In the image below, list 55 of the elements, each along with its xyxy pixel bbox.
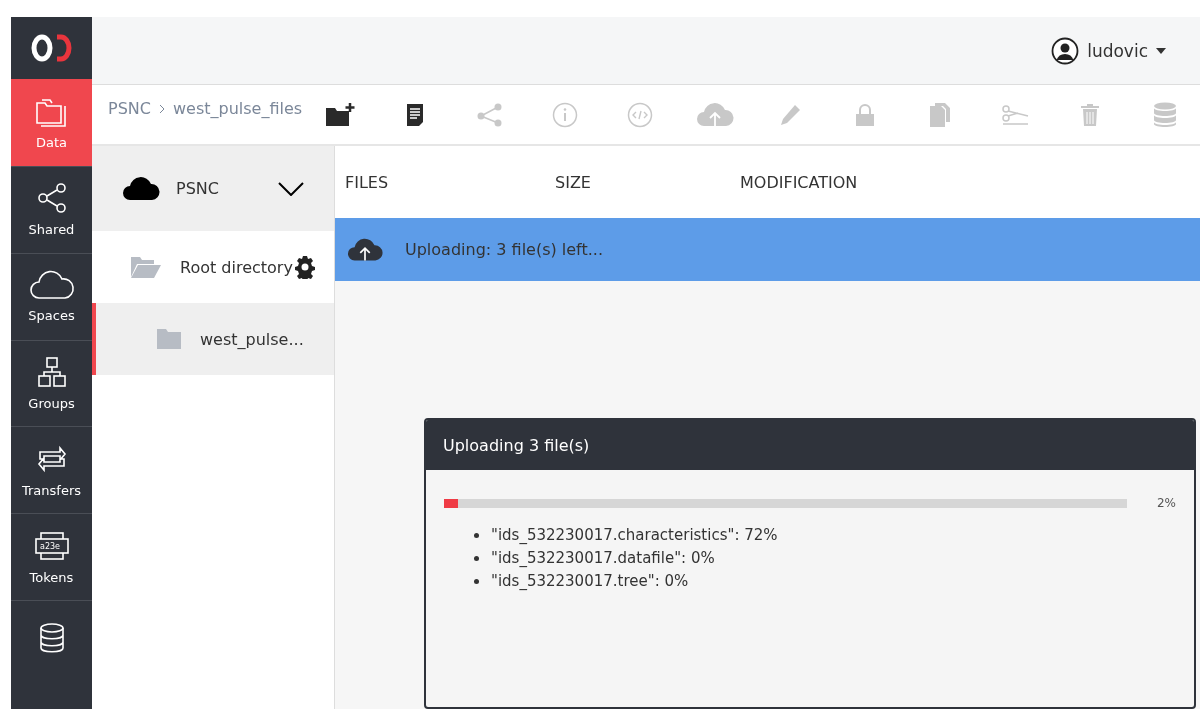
chevron-icon[interactable]	[278, 181, 304, 196]
nav-label: Groups	[28, 396, 75, 412]
nav-label: Data	[35, 134, 67, 150]
breadcrumb-link[interactable]: PSNC	[108, 99, 151, 118]
code-icon	[626, 101, 653, 128]
copy-icon	[928, 101, 951, 128]
share-icon	[35, 182, 68, 215]
column-header: MODIFICATION	[740, 172, 858, 192]
info-icon	[551, 101, 578, 128]
nav-label: Transfers	[21, 482, 81, 498]
upload-file-item: "ids_532230017.tree": 0%	[491, 571, 689, 592]
sidebar-item[interactable]: a23e Tokens	[11, 513, 92, 601]
upload-file-item: "ids_532230017.characteristics": 72%	[491, 525, 778, 546]
logo-icon[interactable]	[30, 33, 73, 64]
database-icon[interactable]	[37, 623, 66, 654]
user-name: ludovic	[1087, 40, 1148, 61]
nav-label: Spaces	[28, 308, 75, 324]
breadcrumb-link[interactable]: west_pulse_files	[172, 99, 303, 118]
dialog-title: Uploading 3 file(s)	[426, 420, 1194, 470]
user-avatar-icon	[1051, 36, 1080, 65]
cloud-upload-icon	[695, 102, 734, 127]
sidebar-item[interactable]: Data	[11, 79, 92, 166]
database-icon	[1152, 101, 1177, 128]
upload-file-item: "ids_532230017.datafile": 0%	[491, 548, 715, 569]
space-name: PSNC	[176, 179, 219, 198]
bullet-icon	[474, 579, 479, 584]
cloud-icon	[28, 270, 75, 301]
sidebar-item[interactable]: Groups	[11, 339, 92, 427]
hierarchy-icon	[35, 356, 68, 389]
upload-status-text: Uploading: 3 file(s) left...	[405, 240, 603, 259]
folders-icon	[34, 96, 69, 127]
user-menu[interactable]: ludovic	[1051, 36, 1166, 65]
cloud-icon	[122, 176, 160, 201]
sidebar-item[interactable]: Transfers	[11, 426, 92, 514]
chevron-right-icon	[158, 103, 165, 114]
settings-icon	[292, 255, 317, 279]
progress-reading: 2%	[1156, 496, 1176, 510]
new-folder-icon	[324, 102, 355, 127]
open-folder-icon	[130, 255, 162, 279]
column-header: FILES	[345, 172, 390, 192]
tree-item[interactable]: west_pulse...	[92, 303, 334, 375]
document-icon	[405, 102, 424, 127]
column-header: SIZE	[555, 172, 592, 192]
caret-icon	[1156, 47, 1166, 54]
nav-label: Shared	[28, 222, 75, 238]
bullet-icon	[474, 533, 479, 538]
folder-icon	[156, 328, 182, 350]
share-icon	[476, 102, 503, 127]
lock-icon	[854, 102, 875, 127]
cloud-upload-icon	[347, 237, 383, 262]
scissors-icon	[1000, 103, 1029, 126]
nav-label: Tokens	[29, 569, 74, 585]
space-header[interactable]: PSNC	[92, 146, 334, 231]
trash-icon	[1079, 102, 1100, 127]
bullet-icon	[474, 556, 479, 561]
